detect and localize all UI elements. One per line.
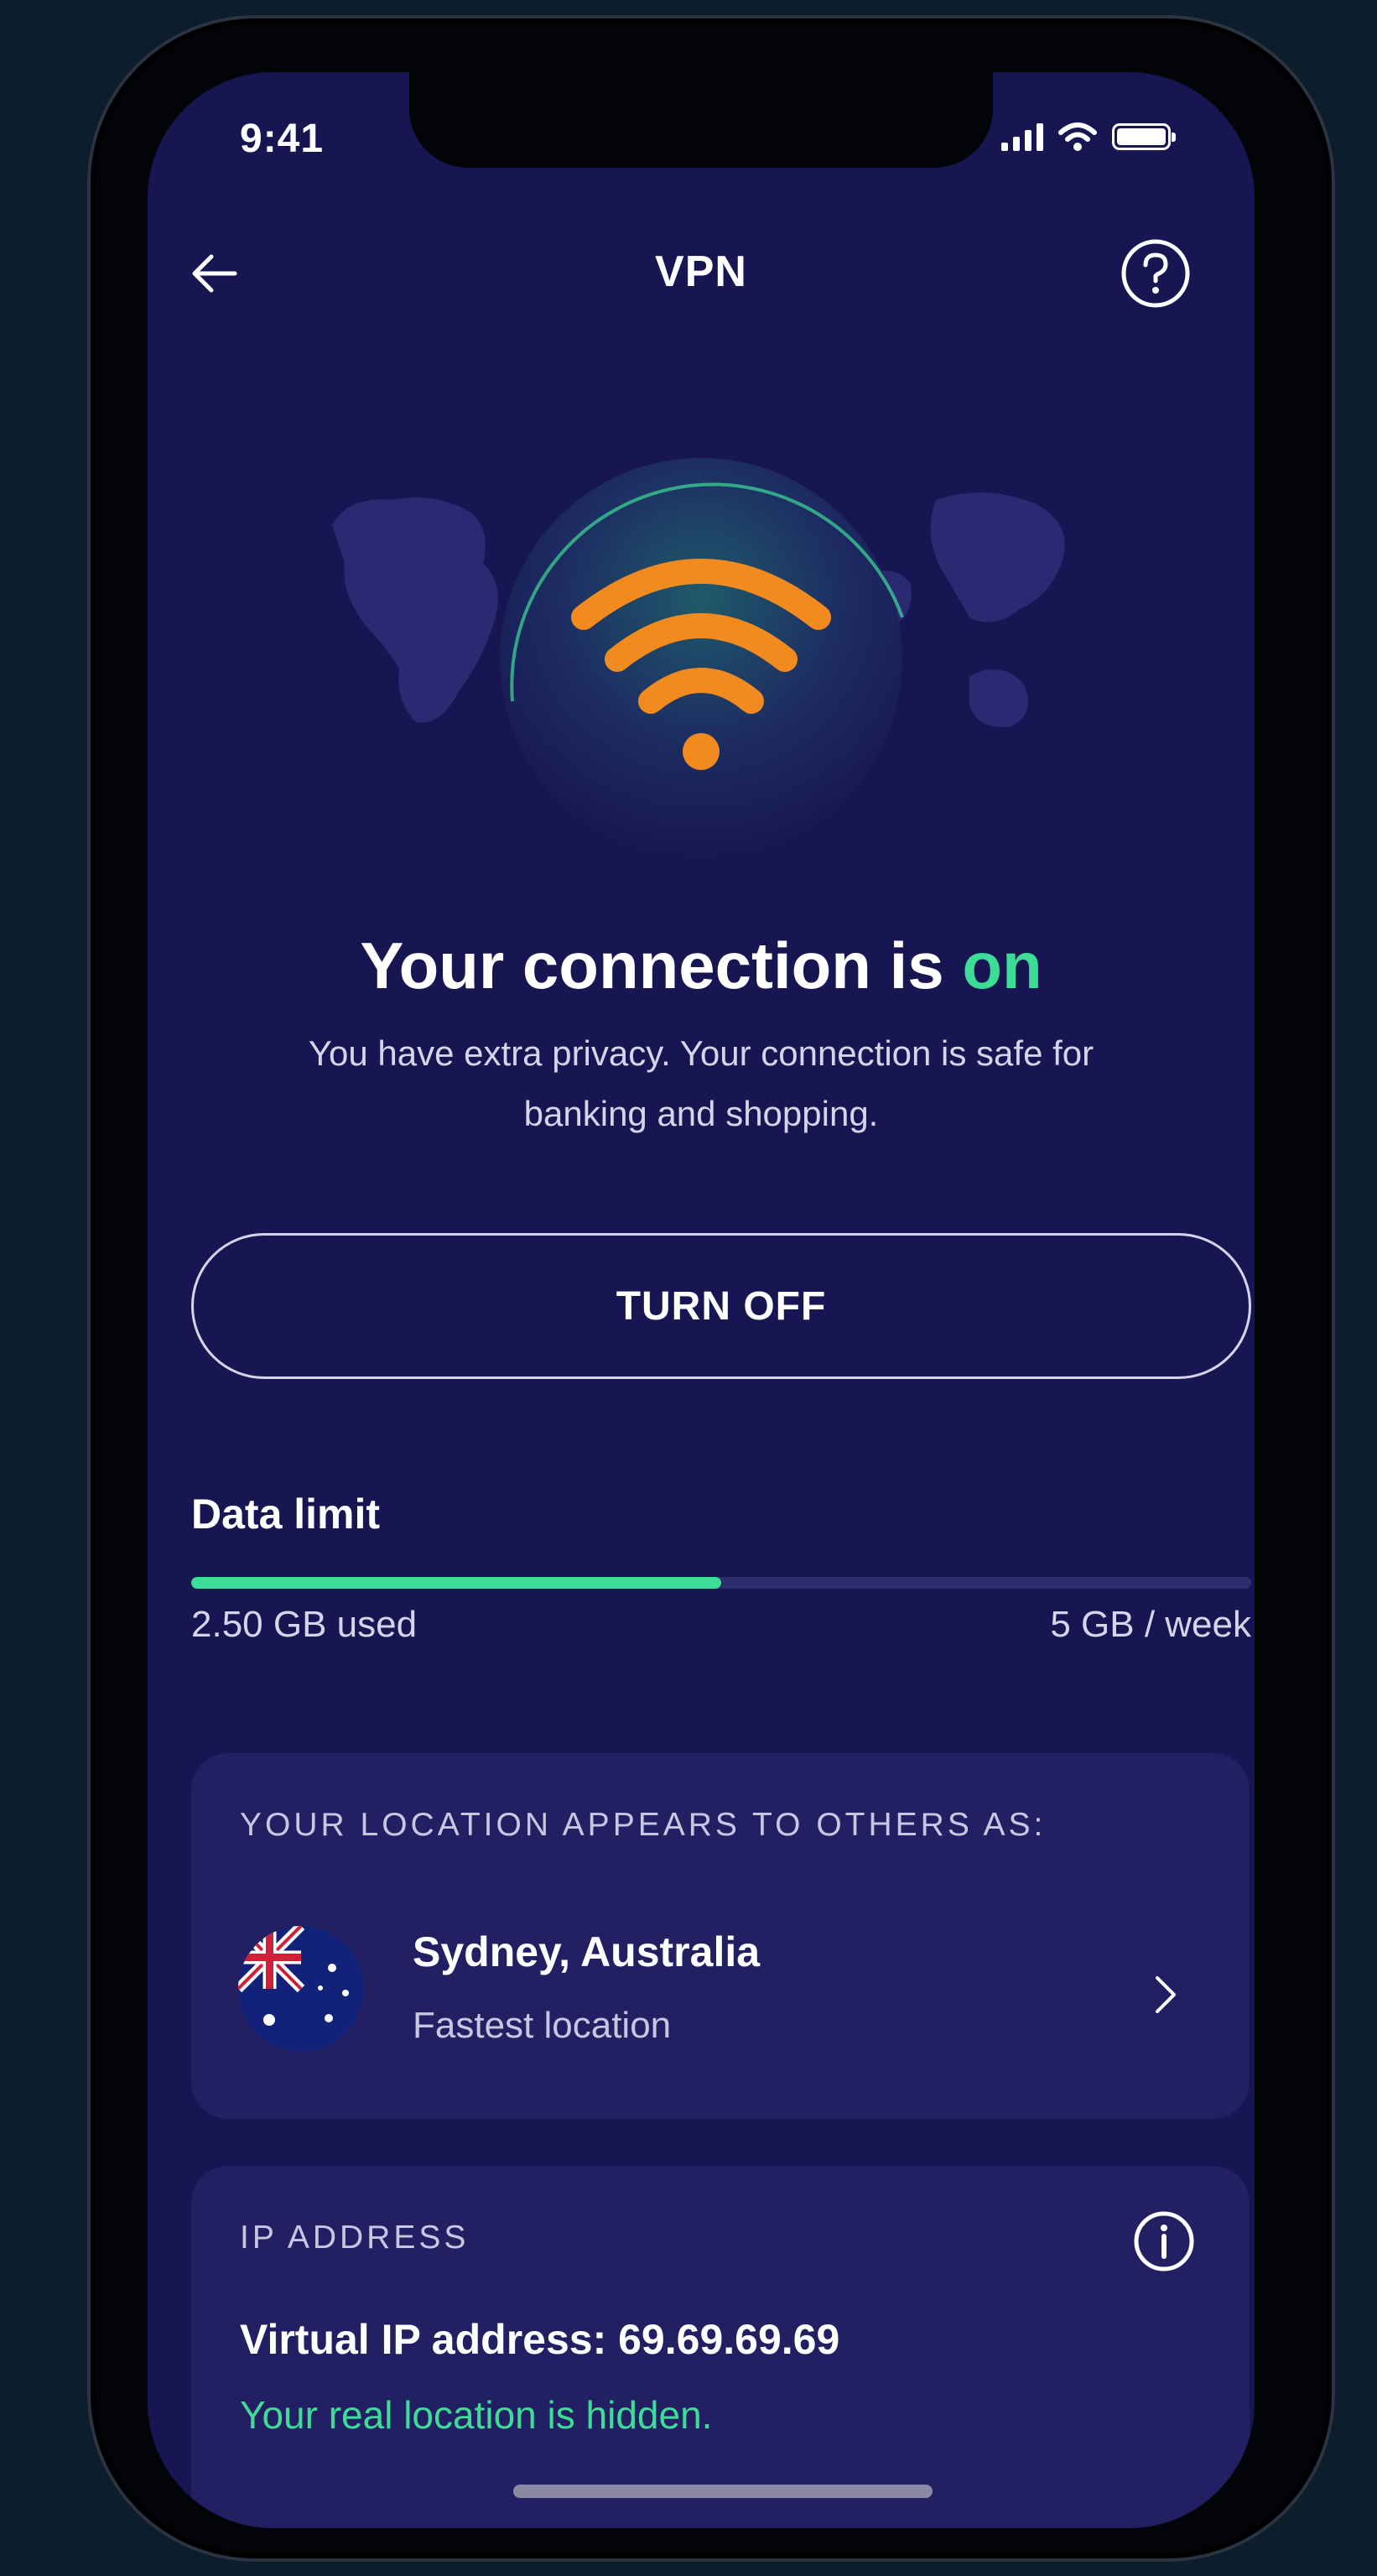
connection-headline: Your connection is on: [148, 928, 1255, 1004]
status-icons: [1001, 122, 1176, 151]
data-usage-fill: [191, 1577, 721, 1589]
connection-subtitle: You have extra privacy. Your connection …: [308, 1033, 1094, 1133]
ip-address-card: IP ADDRESS Virtual IP address: 69.69.69.…: [191, 2166, 1250, 2528]
cellular-signal-icon: [1001, 122, 1043, 151]
connection-status-word: on: [962, 929, 1042, 1002]
ip-caption: IP ADDRESS: [240, 2220, 470, 2256]
data-usage-progress: [191, 1577, 1251, 1589]
real-location-note: Your real location is hidden.: [240, 2393, 713, 2437]
data-limit-label: 5 GB / week: [1050, 1604, 1251, 1645]
location-caption: YOUR LOCATION APPEARS TO OTHERS AS:: [240, 1807, 1047, 1843]
virtual-ip-address: Virtual IP address: 69.69.69.69: [240, 2316, 840, 2363]
headline-prefix: Your connection is: [360, 929, 963, 1002]
australia-flag-icon: [238, 1926, 364, 2052]
chevron-right-icon: [1156, 1976, 1176, 2013]
turn-off-button[interactable]: TURN OFF: [191, 1233, 1251, 1379]
vpn-hero-graphic: [332, 458, 1065, 861]
data-limit-title: Data limit: [191, 1491, 381, 1538]
battery-icon: [1112, 123, 1176, 150]
status-time: 9:41: [240, 117, 325, 161]
location-subtitle: Fastest location: [413, 2005, 672, 2046]
notch: [409, 72, 993, 168]
data-used-label: 2.50 GB used: [191, 1604, 418, 1645]
home-indicator[interactable]: [513, 2485, 933, 2498]
location-name: Sydney, Australia: [413, 1928, 761, 1975]
app-screen: 9:41 VPN Your connection is on You have …: [148, 72, 1255, 2528]
info-icon[interactable]: [1130, 2208, 1198, 2275]
wifi-status-icon: [1058, 122, 1097, 151]
help-icon[interactable]: [1117, 235, 1194, 312]
page-title: VPN: [655, 247, 747, 296]
location-card[interactable]: YOUR LOCATION APPEARS TO OTHERS AS: Sydn…: [191, 1753, 1250, 2119]
